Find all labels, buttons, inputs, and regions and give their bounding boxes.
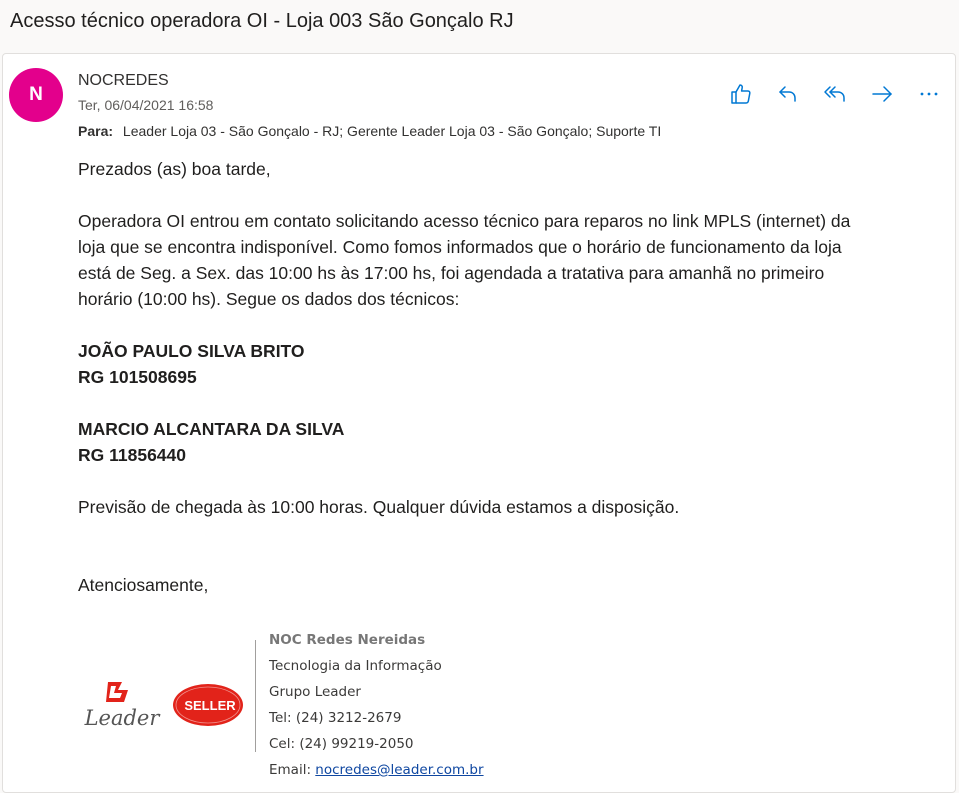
- seller-logo: SELLER: [173, 684, 243, 726]
- reply-all-icon: [823, 86, 845, 102]
- to-label: Para:: [78, 123, 114, 139]
- recipients: Para: Leader Loja 03 - São Gonçalo - RJ;…: [78, 123, 661, 139]
- email-label: Email:: [269, 762, 316, 778]
- leader-logo-text: Leader: [84, 706, 162, 730]
- tech2-name: MARCIO ALCANTARA DA SILVA: [78, 419, 345, 439]
- message-date: Ter, 06/04/2021 16:58: [78, 97, 214, 113]
- body-line: está de Seg. a Sex. das 10:00 hs às 17:0…: [78, 263, 825, 283]
- reply-button[interactable]: [764, 80, 811, 108]
- body-line: loja que se encontra indisponível. Como …: [78, 237, 842, 257]
- to-value[interactable]: Leader Loja 03 - São Gonçalo - RJ; Geren…: [123, 123, 661, 139]
- body-line: Operadora OI entrou em contato solicitan…: [78, 211, 851, 231]
- forward-button[interactable]: [858, 80, 905, 108]
- more-actions-button[interactable]: [905, 80, 952, 108]
- leader-logo: Leader: [84, 682, 162, 730]
- like-button[interactable]: [717, 80, 764, 108]
- signature-company: Grupo Leader: [269, 684, 361, 700]
- reply-all-button[interactable]: [811, 80, 858, 108]
- reply-icon: [778, 86, 796, 102]
- forward-icon: [871, 86, 892, 102]
- message-actions: [717, 80, 952, 108]
- closing: Atenciosamente,: [78, 575, 209, 595]
- email-link[interactable]: nocredes@leader.com.br: [315, 762, 483, 778]
- signature-email: Email: nocredes@leader.com.br: [269, 762, 484, 778]
- signature-tel: Tel: (24) 3212-2679: [269, 710, 402, 726]
- email-subject: Acesso técnico operadora OI - Loja 003 S…: [10, 10, 514, 32]
- body-line: horário (10:00 hs). Segue os dados dos t…: [78, 289, 460, 309]
- tech2-rg: RG 11856440: [78, 445, 187, 465]
- signature-name: NOC Redes Nereidas: [269, 632, 426, 648]
- avatar[interactable]: N: [9, 68, 63, 122]
- signature-dept: Tecnologia da Informação: [269, 658, 442, 674]
- signature-cel: Cel: (24) 99219-2050: [269, 736, 414, 752]
- tech1-name: JOÃO PAULO SILVA BRITO: [78, 341, 305, 361]
- sender-name[interactable]: NOCREDES: [78, 72, 169, 90]
- eta-text: Previsão de chegada às 10:00 horas. Qual…: [78, 497, 680, 517]
- seller-logo-text: SELLER: [184, 698, 236, 713]
- tech1-rg: RG 101508695: [78, 367, 197, 387]
- thumbs-up-icon: [730, 84, 751, 104]
- more-icon: [920, 92, 937, 96]
- signature-divider: [255, 640, 256, 752]
- greeting: Prezados (as) boa tarde,: [78, 159, 271, 179]
